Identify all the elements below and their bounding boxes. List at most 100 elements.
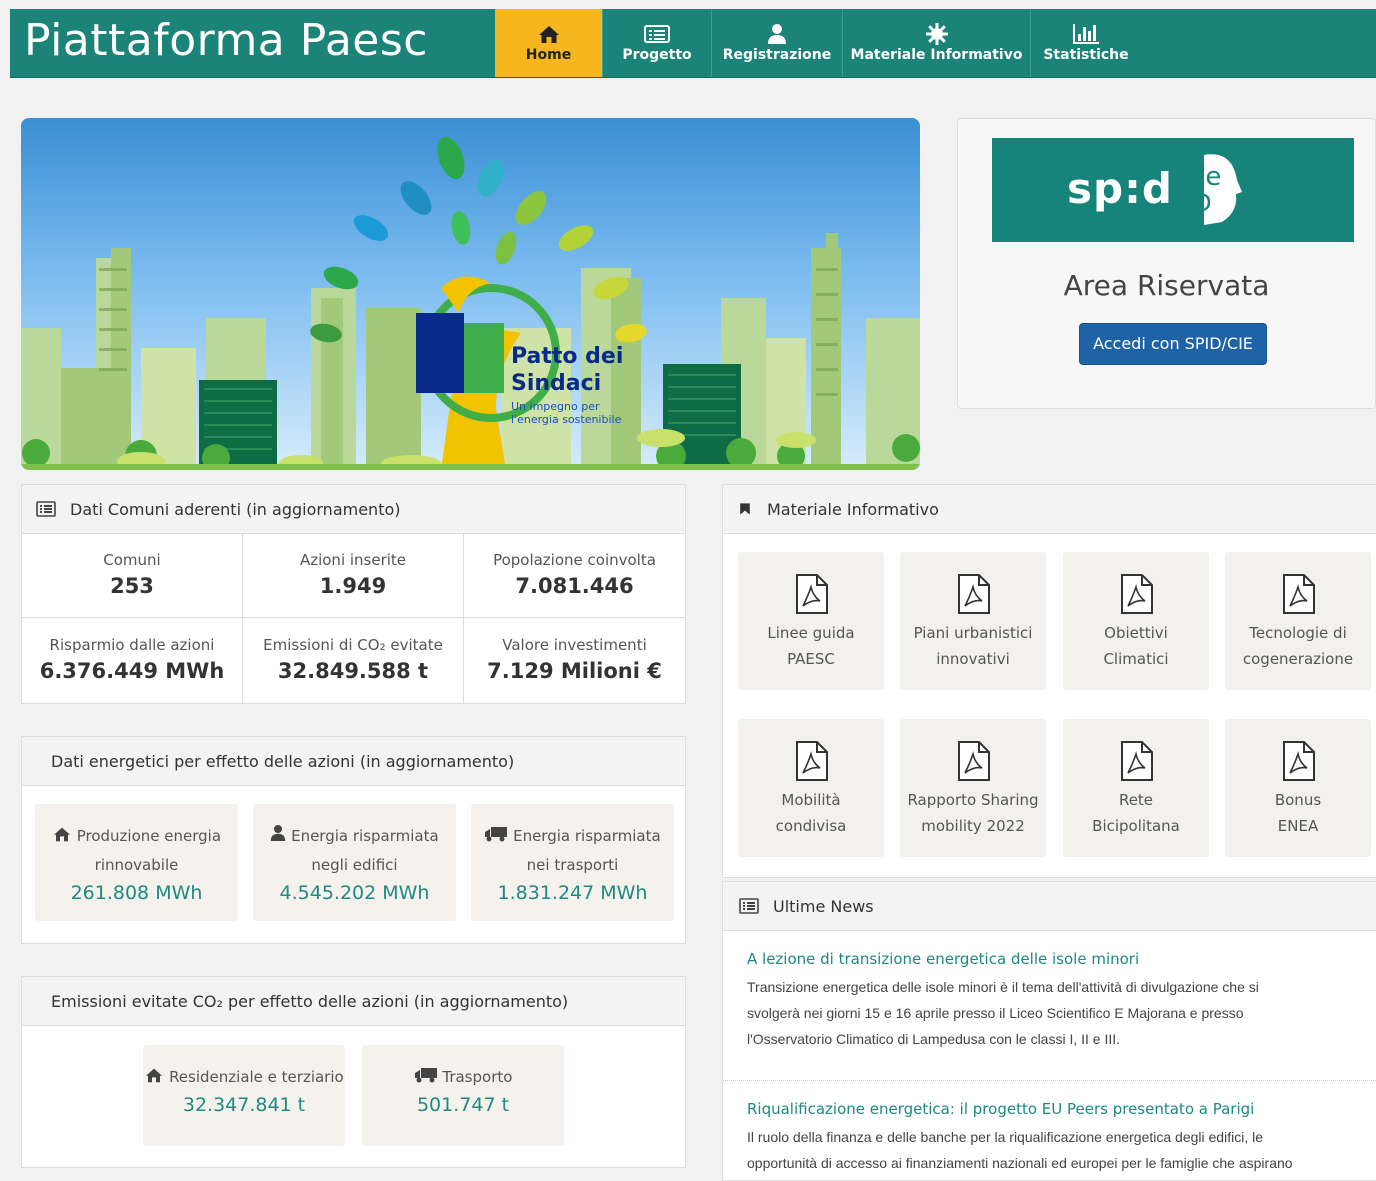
comuni-panel-header: Dati Comuni aderenti (in aggiornamento) [22,485,685,534]
nav-registrazione-label: Registrazione [722,47,832,63]
pdf-icon [958,574,990,614]
logo-subtitle-2: l'energia sostenibile [511,413,622,426]
news-title-link[interactable]: Riqualificazione energetica: il progetto… [747,1100,1357,1118]
logo-title-1: Patto dei [511,344,624,369]
document-label-line-2: mobility 2022 [921,817,1025,835]
document-label-line-2: condivisa [775,817,847,835]
materiale-panel-header: Materiale Informativo [723,485,1376,534]
stat-emissioni: Emissioni di CO₂ evitate 32.849.588 t [243,618,464,703]
spid-login-button[interactable]: Accedi con SPID/CIE [1079,323,1267,365]
document-label-line-2: cogenerazione [1242,650,1354,668]
stat-value: 7.129 Milioni € [487,659,662,683]
truck-icon [485,827,508,842]
user-icon [768,24,786,44]
pdf-icon [796,741,828,781]
energy-card-buildings: Energia risparmiata negli edifici 4.545.… [253,804,456,921]
city-skyline-illustration [21,136,920,470]
spid-logo-text: sp:d [1067,164,1173,213]
emissions-card-residential: Residenziale e terziario 32.347.841 t [143,1045,345,1146]
news-title-link[interactable]: A lezione di transizione energetica dell… [747,950,1357,968]
nav-materiale[interactable]: Materiale Informativo [843,9,1031,77]
emissions-label: Residenziale e terziario [169,1068,344,1086]
energy-value: 4.545.202 MWh [279,882,430,904]
stat-azioni: Azioni inserite 1.949 [243,533,464,618]
home-icon [53,827,70,842]
energy-value: 1.831.247 MWh [497,882,648,904]
nav-progetto[interactable]: Progetto [603,9,712,77]
document-label-line-1: Piani urbanistici [913,624,1033,642]
document-tile[interactable]: Obiettivi Climatici [1063,552,1209,690]
document-tile[interactable]: Rete Bicipolitana [1063,719,1209,857]
news-panel-header: Ultime News [723,882,1376,931]
document-label-line-1: Tecnologie di [1249,624,1347,642]
nav-statistiche[interactable]: Statistiche [1031,9,1141,77]
pdf-icon [1283,574,1315,614]
energy-label-1: Energia risparmiata [291,827,439,845]
emissions-value: 501.747 t [416,1094,510,1116]
nav-registrazione[interactable]: Registrazione [712,9,843,77]
stat-value: 32.849.588 t [277,659,429,683]
energy-label-2: nei trasporti [526,856,619,874]
energy-panel-title: Dati energetici per effetto delle azioni… [51,751,515,771]
nav-home[interactable]: Home [495,9,603,77]
materiale-panel: Materiale Informativo Linee guida PAESC Pi… [722,484,1376,878]
document-label-line-1: Rapporto Sharing [907,791,1039,809]
stat-value: 253 [110,574,154,598]
news-panel-title: Ultime News [773,896,874,916]
news-item: A lezione di transizione energetica dell… [747,950,1357,1052]
document-label-line-2: innovativi [936,650,1010,668]
document-tile[interactable]: Piani urbanistici innovativi [900,552,1046,690]
energy-label-1: Produzione energia [76,827,222,845]
stat-label: Azioni inserite [299,551,407,569]
pdf-icon [1121,741,1153,781]
energy-label-2: negli edifici [311,856,398,874]
emissions-value: 32.347.841 t [182,1094,306,1116]
logo-subtitle-1: Un impegno per [511,400,600,413]
news-line: Transizione energetica delle isole minor… [747,979,1259,995]
document-label-line-1: Rete [1118,791,1154,809]
home-icon [538,26,559,43]
nav-home-label: Home [525,47,572,63]
stat-label: Valore investimenti [502,636,647,654]
energy-panel: Dati energetici per effetto delle azioni… [21,736,686,944]
news-line: l'Osservatorio Climatico di Lampedusa co… [747,1031,1121,1047]
stat-label: Comuni [103,551,161,569]
stat-label: Emissioni di CO₂ evitate [263,636,443,654]
document-tile[interactable]: Tecnologie di cogenerazione [1225,552,1371,690]
emissions-label: Trasporto [442,1068,513,1086]
news-line: opportunità di accesso ai finanziamenti … [747,1155,1293,1171]
area-riservata-title: Area Riservata [1063,269,1270,302]
comuni-panel-title: Dati Comuni aderenti (in aggiornamento) [70,499,401,519]
pdf-icon [958,741,990,781]
document-label-line-2: Bicipolitana [1092,817,1180,835]
document-tile[interactable]: Linee guida PAESC [738,552,884,690]
gear-icon [925,23,948,45]
bar-chart-icon [1073,24,1099,44]
news-line: Il ruolo della finanza e delle banche pe… [747,1129,1263,1145]
news-item: Riqualificazione energetica: il progetto… [747,1100,1357,1176]
emissions-card-transport: Trasporto 501.747 t [362,1045,564,1146]
stat-investimenti: Valore investimenti 7.129 Milioni € [464,618,685,703]
stat-value: 7.081.446 [515,574,634,598]
emissions-panel-header: Emissioni evitate CO₂ per effetto delle … [22,977,685,1026]
spid-cie-banner: sp:d Cie ID [992,138,1354,242]
cie-text-1: Cie [1180,162,1222,192]
logo-title-2: Sindaci [511,371,602,396]
energy-card-transport: Energia risparmiata nei trasporti 1.831.… [471,804,674,921]
document-tile[interactable]: Rapporto Sharing mobility 2022 [900,719,1046,857]
energy-label-1: Energia risparmiata [513,827,661,845]
site-title[interactable]: Piattaforma Paesc [24,15,428,66]
energy-label-2: rinnovabile [94,856,179,874]
document-label-line-1: Linee guida [767,624,855,642]
truck-icon [414,1068,437,1083]
energy-value: 261.808 MWh [70,882,203,904]
document-tile[interactable]: Mobilità condivisa [738,719,884,857]
document-label-line-2: PAESC [787,650,835,668]
login-card: sp:d Cie ID Area Riservata Accedi con SP… [957,118,1376,409]
document-tile[interactable]: Bonus ENEA [1225,719,1371,857]
energy-panel-header: Dati energetici per effetto delle azioni… [22,737,685,786]
nav-statistiche-label: Statistiche [1043,47,1129,63]
cie-text-2: ID [1186,189,1212,217]
stat-comuni: Comuni 253 [22,533,243,618]
stat-value: 6.376.449 MWh [39,659,225,683]
